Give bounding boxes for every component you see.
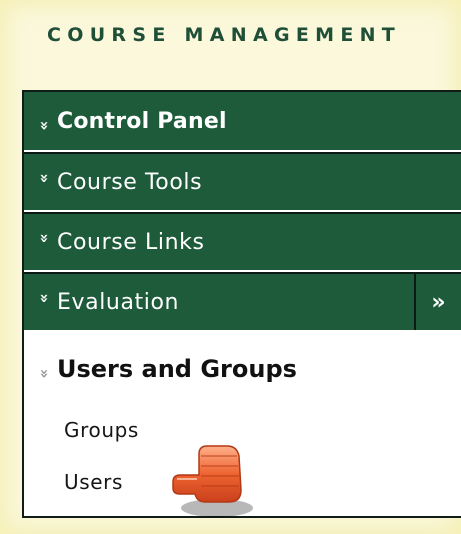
pointing-hand-icon [172,445,253,517]
menu-label: Course Links [57,229,205,255]
expand-arrows-icon: » [35,173,54,183]
menu-course-links[interactable]: » Course Links [24,212,461,270]
menu-label: Evaluation [57,289,180,315]
menu-control-panel[interactable]: « Control Panel [24,92,461,150]
section-label: Users and Groups [57,355,297,383]
collapse-arrows-icon: « [34,368,53,378]
expand-arrows-icon: » [35,293,54,303]
menu-label: Course Tools [57,169,203,195]
menu-label: Control Panel [57,108,227,134]
menu-evaluation[interactable]: » Evaluation » [24,272,461,330]
users-and-groups-heading[interactable]: « Users and Groups [24,340,461,398]
collapse-arrows-icon: « [34,120,53,130]
users-link[interactable]: Users [64,470,123,494]
expand-arrows-icon: » [35,233,54,243]
open-evaluation-button[interactable]: » [414,274,461,330]
course-management-heading: COURSE MANAGEMENT [47,24,402,46]
groups-link[interactable]: Groups [64,418,139,442]
menu-course-tools[interactable]: » Course Tools [24,152,461,210]
